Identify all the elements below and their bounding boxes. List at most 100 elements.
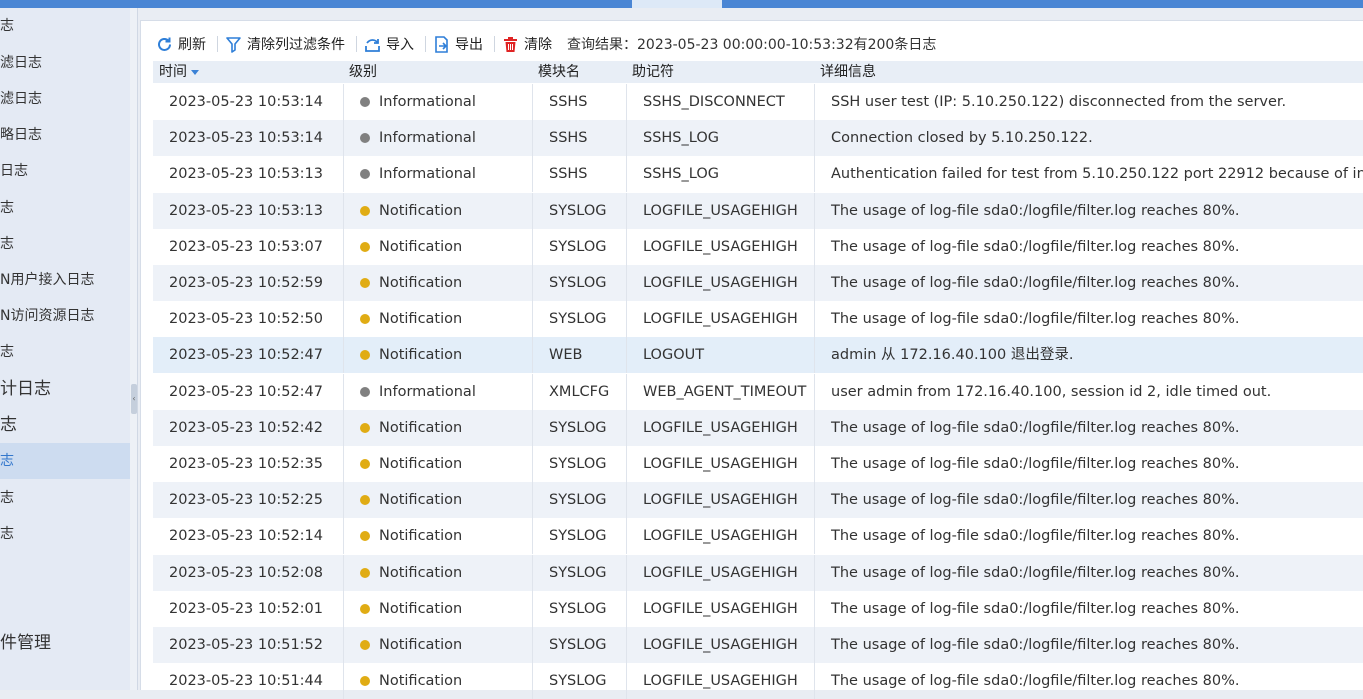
cell-module: SYSLOG [532, 228, 626, 265]
cell-time: 2023-05-23 10:52:42 [169, 419, 323, 436]
cell-detail: SSH user test (IP: 5.10.250.122) disconn… [814, 84, 1363, 120]
log-panel: 刷新 清除列过滤条件 导入 导出 清除 查询结果：2023-05-23 00:0… [140, 20, 1363, 699]
level-label: Notification [379, 564, 463, 581]
table-row[interactable]: 2023-05-23 10:52:42 Notification SYSLOG LOG… [153, 409, 1363, 446]
sidebar-item[interactable]: 略日志 [0, 117, 130, 153]
level-label: Notification [379, 419, 463, 436]
cell-detail: The usage of log-file sda0:/logfile/filt… [814, 301, 1363, 338]
table-row[interactable]: 2023-05-23 10:53:14 Informational SSHS SSHS… [153, 120, 1363, 157]
table-row[interactable]: 2023-05-23 10:52:50 Notification SYSLOG LOG… [153, 301, 1363, 338]
cell-level: Informational [343, 156, 532, 193]
clear-label: 清除 [524, 37, 552, 53]
sidebar-item[interactable]: 志 [0, 480, 130, 516]
sidebar-item[interactable]: 志 [0, 516, 130, 552]
cell-time: 2023-05-23 10:53:13 [169, 166, 323, 183]
cell-module: SYSLOG [532, 663, 626, 699]
cell-module: SYSLOG [532, 192, 626, 229]
collapse-sidebar-icon[interactable]: ‹ [131, 384, 137, 414]
table-row[interactable]: 2023-05-23 10:51:44 Notification SYSLOG LOG… [153, 663, 1363, 699]
level-label: Notification [379, 456, 463, 472]
cell-time: 2023-05-23 10:53:13 [169, 202, 323, 219]
cell-time: 2023-05-23 10:52:25 [169, 492, 323, 509]
clear-button[interactable]: 清除 [499, 32, 559, 56]
severity-dot-icon [360, 459, 370, 469]
cell-mnemonic: LOGFILE_USAGEHIGH [626, 482, 814, 519]
cell-module: SSHS [532, 120, 626, 157]
refresh-button[interactable]: 刷新 [153, 32, 213, 56]
sort-descending-icon[interactable] [191, 69, 199, 75]
sidebar-item[interactable]: 志 [0, 226, 130, 262]
export-button[interactable]: 导出 [430, 32, 490, 56]
severity-dot-icon [360, 97, 370, 107]
severity-dot-icon [360, 278, 370, 288]
table-header: 时间 级别 模块名 助记符 详细信息 [153, 61, 1363, 83]
table-row[interactable]: 2023-05-23 10:53:13 Notification SYSLOG LOG… [153, 192, 1363, 229]
severity-dot-icon [360, 603, 370, 614]
sidebar-item[interactable]: 件管理 [0, 625, 130, 661]
sidebar-item[interactable]: N访问资源日志 [0, 298, 130, 334]
toolbar-divider [356, 36, 357, 52]
cell-level: Notification [343, 301, 532, 338]
cell-time: 2023-05-23 10:52:59 [169, 275, 323, 291]
sidebar-item[interactable]: 滤日志 [0, 81, 130, 117]
level-label: Notification [379, 202, 463, 219]
sidebar-splitter[interactable]: ‹ [130, 8, 138, 690]
cell-time: 2023-05-23 10:53:14 [169, 94, 323, 110]
sidebar-item[interactable]: 志 [0, 190, 130, 226]
level-label: Notification [379, 673, 463, 690]
cell-mnemonic: LOGFILE_USAGEHIGH [626, 518, 814, 555]
severity-dot-icon [360, 314, 370, 325]
table-row[interactable]: 2023-05-23 10:53:07 Notification SYSLOG LOG… [153, 228, 1363, 265]
column-header-module[interactable]: 模块名 [532, 61, 580, 83]
top-nav-bar [0, 0, 1363, 8]
cell-level: Notification [343, 446, 532, 482]
table-row[interactable]: 2023-05-23 10:53:14 Informational SSHS SSHS… [153, 84, 1363, 120]
table-row[interactable]: 2023-05-23 10:52:35 Notification SYSLOG LOG… [153, 446, 1363, 482]
column-header-time[interactable]: 时间 [153, 61, 199, 83]
cell-detail: The usage of log-file sda0:/logfile/filt… [814, 627, 1363, 663]
column-header-level[interactable]: 级别 [343, 61, 377, 83]
cell-detail: Authentication failed for test from 5.10… [814, 156, 1363, 193]
cell-level: Notification [343, 228, 532, 265]
column-header-mnemonic[interactable]: 助记符 [626, 61, 674, 83]
cell-mnemonic: SSHS_LOG [626, 156, 814, 193]
cell-module: SYSLOG [532, 446, 626, 482]
top-nav-active-tab[interactable] [632, 0, 722, 8]
import-button[interactable]: 导入 [361, 32, 421, 56]
clear-filter-button[interactable]: 清除列过滤条件 [222, 32, 352, 56]
table-row[interactable]: 2023-05-23 10:52:59 Notification SYSLOG LOG… [153, 265, 1363, 301]
sidebar-item[interactable]: 志 [0, 334, 130, 370]
table-row[interactable]: 2023-05-23 10:52:47 Informational XMLCFG WE… [153, 373, 1363, 410]
table-row[interactable]: 2023-05-23 10:51:52 Notification SYSLOG LOG… [153, 627, 1363, 663]
cell-detail: The usage of log-file sda0:/logfile/filt… [814, 265, 1363, 301]
refresh-label: 刷新 [178, 37, 206, 53]
cell-detail: The usage of log-file sda0:/logfile/filt… [814, 482, 1363, 519]
cell-time: 2023-05-23 10:52:01 [169, 600, 323, 617]
table-row[interactable]: 2023-05-23 10:52:25 Notification SYSLOG LOG… [153, 482, 1363, 519]
level-label: Notification [379, 528, 463, 545]
table-row[interactable]: 2023-05-23 10:52:47 Notification WEB LOGOUT… [153, 337, 1363, 374]
sidebar-item[interactable]: 志 [0, 443, 130, 479]
cell-time: 2023-05-23 10:52:35 [169, 456, 323, 472]
severity-dot-icon [360, 640, 370, 650]
level-label: Notification [379, 275, 463, 291]
cell-module: SYSLOG [532, 554, 626, 591]
sidebar-item[interactable]: 志 [0, 8, 130, 44]
sidebar-item[interactable]: 志 [0, 407, 130, 443]
table-row[interactable]: 2023-05-23 10:52:01 Notification SYSLOG LOG… [153, 590, 1363, 627]
table-row[interactable]: 2023-05-23 10:52:08 Notification SYSLOG LOG… [153, 554, 1363, 591]
toolbar: 刷新 清除列过滤条件 导入 导出 清除 查询结果：2023-05-23 00:0… [153, 31, 936, 57]
sidebar-item[interactable]: 滤日志 [0, 45, 130, 81]
clear-filter-label: 清除列过滤条件 [247, 37, 345, 53]
cell-module: XMLCFG [532, 373, 626, 410]
sidebar-item[interactable]: 日志 [0, 153, 130, 189]
level-label: Notification [379, 311, 463, 328]
table-row[interactable]: 2023-05-23 10:53:13 Informational SSHS SSHS… [153, 156, 1363, 193]
cell-level: Notification [343, 518, 532, 555]
column-header-detail[interactable]: 详细信息 [814, 61, 876, 83]
cell-level: Notification [343, 409, 532, 446]
sidebar-item[interactable]: 计日志 [0, 371, 130, 407]
table-row[interactable]: 2023-05-23 10:52:14 Notification SYSLOG LOG… [153, 518, 1363, 555]
sidebar-item[interactable]: N用户接入日志 [0, 262, 130, 298]
cell-mnemonic: LOGFILE_USAGEHIGH [626, 265, 814, 301]
